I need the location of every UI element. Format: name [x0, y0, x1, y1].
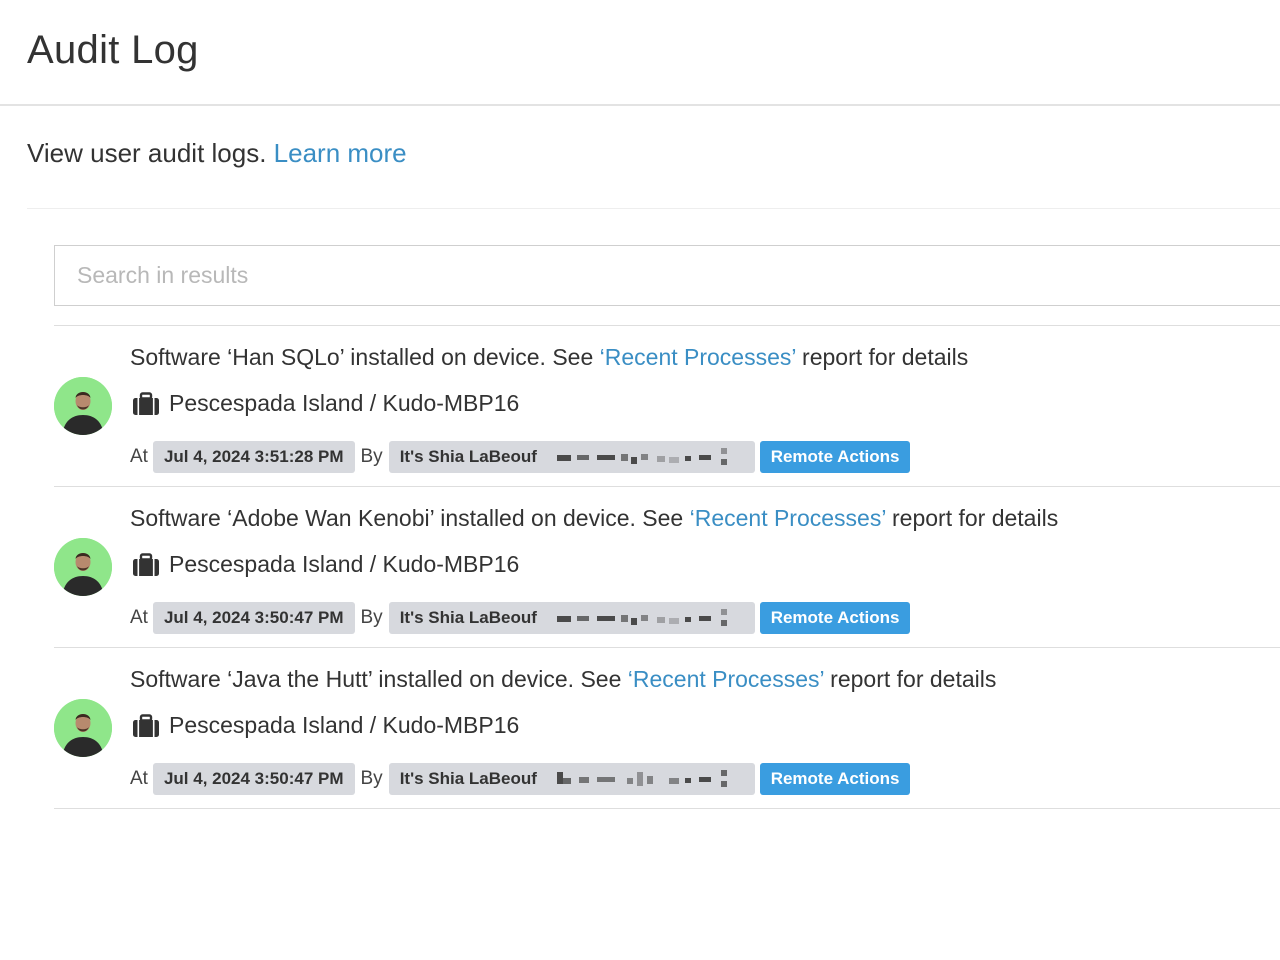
entry-location: Pescespada Island / Kudo-MBP16 — [132, 390, 519, 417]
remote-actions-button[interactable]: Remote Actions — [759, 441, 911, 473]
by-label: By — [360, 768, 383, 789]
timestamp-badge: Jul 4, 2024 3:50:47 PM — [152, 602, 355, 634]
timestamp-badge: Jul 4, 2024 3:50:47 PM — [152, 763, 355, 795]
remote-actions-button[interactable]: Remote Actions — [759, 763, 911, 795]
entry-meta: At Jul 4, 2024 3:50:47 PM By It's Shia L… — [130, 602, 911, 634]
recent-processes-link[interactable]: ‘Recent Processes’ — [690, 505, 886, 531]
entry-message-text: Software ‘Java the Hutt’ installed on de… — [130, 666, 628, 692]
by-label: By — [360, 446, 383, 467]
entry-message: Software ‘Java the Hutt’ installed on de… — [130, 666, 996, 693]
redacted-email — [556, 770, 739, 788]
audit-log-list: Software ‘Han SQLo’ installed on device.… — [54, 325, 1280, 809]
entry-message-suffix: report for details — [823, 666, 997, 692]
entry-location: Pescespada Island / Kudo-MBP16 — [132, 712, 519, 739]
location-text: Pescespada Island / Kudo-MBP16 — [169, 551, 520, 577]
user-badge[interactable]: It's Shia LaBeouf — [388, 763, 755, 795]
audit-log-entry: Software ‘Java the Hutt’ installed on de… — [54, 648, 1280, 809]
entry-message-suffix: report for details — [885, 505, 1059, 531]
redacted-email — [556, 448, 739, 466]
location-text: Pescespada Island / Kudo-MBP16 — [169, 390, 520, 416]
learn-more-link[interactable]: Learn more — [274, 138, 407, 168]
entry-location: Pescespada Island / Kudo-MBP16 — [132, 551, 519, 578]
recent-processes-link[interactable]: ‘Recent Processes’ — [600, 344, 796, 370]
page-header: Audit Log — [0, 0, 1280, 106]
search-input[interactable] — [54, 245, 1280, 306]
intro-text-row: View user audit logs. Learn more — [27, 138, 407, 169]
at-label: At — [130, 768, 148, 789]
avatar — [54, 538, 112, 596]
user-name: It's Shia LaBeouf — [399, 608, 537, 627]
by-label: By — [360, 607, 383, 628]
avatar — [54, 699, 112, 757]
intro-text: View user audit logs. — [27, 138, 267, 168]
user-name: It's Shia LaBeouf — [399, 447, 537, 466]
entry-meta: At Jul 4, 2024 3:51:28 PM By It's Shia L… — [130, 441, 911, 473]
location-text: Pescespada Island / Kudo-MBP16 — [169, 712, 520, 738]
entry-message: Software ‘Han SQLo’ installed on device.… — [130, 344, 968, 371]
briefcase-icon — [132, 713, 160, 738]
entry-message-text: Software ‘Adobe Wan Kenobi’ installed on… — [130, 505, 690, 531]
recent-processes-link[interactable]: ‘Recent Processes’ — [628, 666, 824, 692]
user-name: It's Shia LaBeouf — [399, 769, 537, 788]
timestamp-badge: Jul 4, 2024 3:51:28 PM — [152, 441, 355, 473]
at-label: At — [130, 446, 148, 467]
entry-message: Software ‘Adobe Wan Kenobi’ installed on… — [130, 505, 1058, 532]
briefcase-icon — [132, 391, 160, 416]
page-title: Audit Log — [27, 28, 199, 72]
audit-log-entry: Software ‘Han SQLo’ installed on device.… — [54, 326, 1280, 487]
user-badge[interactable]: It's Shia LaBeouf — [388, 602, 755, 634]
entry-meta: At Jul 4, 2024 3:50:47 PM By It's Shia L… — [130, 763, 911, 795]
audit-log-entry: Software ‘Adobe Wan Kenobi’ installed on… — [54, 487, 1280, 648]
user-badge[interactable]: It's Shia LaBeouf — [388, 441, 755, 473]
entry-message-suffix: report for details — [795, 344, 969, 370]
entry-message-text: Software ‘Han SQLo’ installed on device.… — [130, 344, 600, 370]
redacted-email — [556, 609, 739, 627]
remote-actions-button[interactable]: Remote Actions — [759, 602, 911, 634]
briefcase-icon — [132, 552, 160, 577]
avatar — [54, 377, 112, 435]
at-label: At — [130, 607, 148, 628]
divider — [27, 208, 1280, 209]
